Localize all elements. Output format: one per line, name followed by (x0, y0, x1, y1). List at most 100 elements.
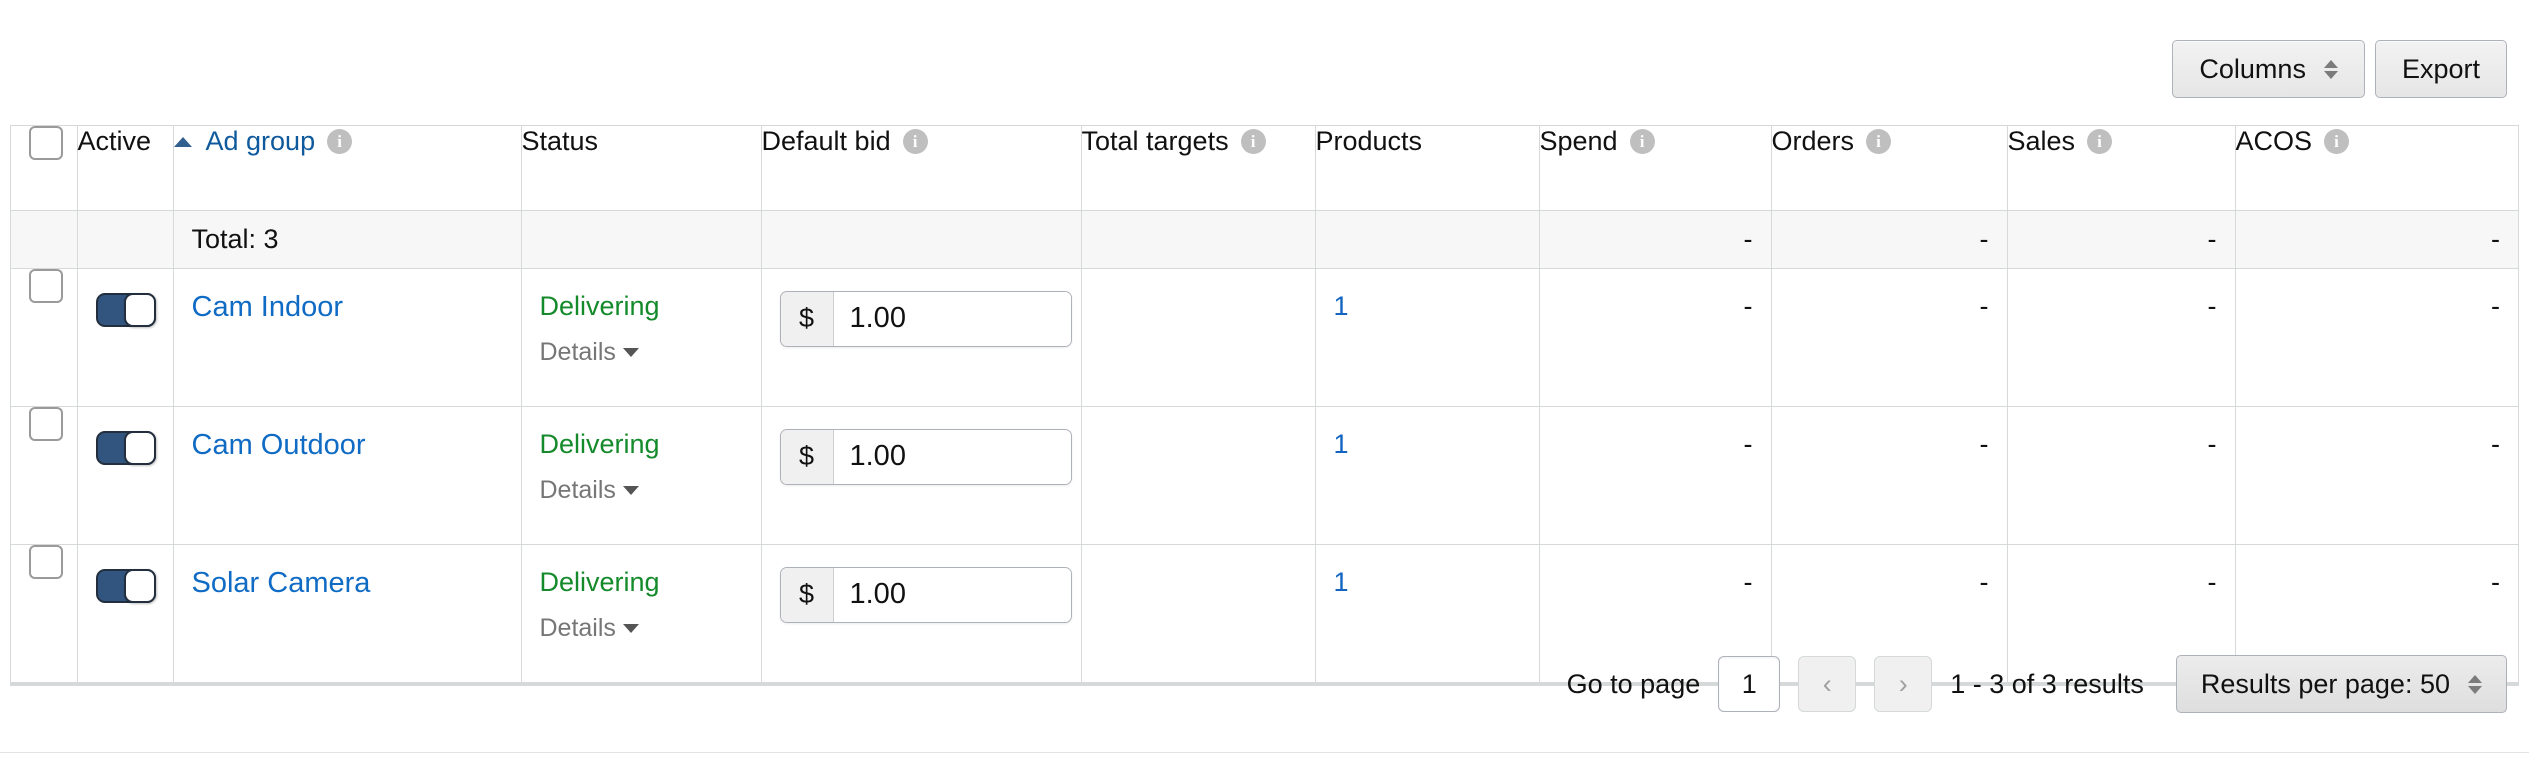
default-bid-input[interactable] (834, 292, 1071, 346)
header-active: Active (77, 126, 173, 210)
next-page-button[interactable]: › (1874, 656, 1932, 712)
totals-targets-cell (1081, 210, 1315, 268)
details-toggle[interactable]: Details (540, 476, 639, 505)
row-sales: - (2007, 268, 2235, 406)
info-icon[interactable]: i (2324, 129, 2349, 154)
row-status-cell: Delivering Details (521, 406, 761, 544)
totals-bid-cell (761, 210, 1081, 268)
info-icon[interactable]: i (1241, 129, 1266, 154)
header-spend-label: Spend (1540, 126, 1618, 157)
columns-button[interactable]: Columns (2172, 40, 2365, 98)
row-status-cell: Delivering Details (521, 268, 761, 406)
row-checkbox[interactable] (29, 269, 63, 303)
header-default-bid-label: Default bid (762, 126, 891, 157)
info-icon[interactable]: i (903, 129, 928, 154)
ad-group-link[interactable]: Cam Outdoor (192, 429, 366, 461)
row-total-targets-cell (1081, 268, 1315, 406)
row-acos: - (2235, 268, 2518, 406)
chevron-updown-icon (2468, 675, 2482, 694)
header-total-targets-label: Total targets (1082, 126, 1229, 157)
export-button[interactable]: Export (2375, 40, 2507, 98)
results-count-label: 1 - 3 of 3 results (1950, 669, 2144, 700)
chevron-updown-icon (2324, 60, 2338, 79)
currency-prefix: $ (781, 430, 834, 484)
ad-group-link[interactable]: Cam Indoor (192, 291, 344, 323)
toggle-knob (124, 431, 156, 465)
row-default-bid-cell: $ (761, 268, 1081, 406)
details-label: Details (540, 338, 616, 367)
row-spend: - (1539, 268, 1771, 406)
header-sales: Sales i (2007, 126, 2235, 210)
header-select-all (11, 126, 77, 210)
default-bid-input[interactable] (834, 568, 1071, 622)
row-orders: - (1771, 406, 2007, 544)
row-checkbox[interactable] (29, 407, 63, 441)
currency-prefix: $ (781, 292, 834, 346)
active-toggle[interactable] (96, 431, 156, 465)
ad-groups-table: Active Ad group i Status Default bid i (10, 125, 2519, 686)
chevron-down-icon (623, 486, 639, 495)
row-default-bid-cell: $ (761, 406, 1081, 544)
page-number-input[interactable] (1718, 656, 1780, 712)
row-ad-group-cell: Cam Outdoor (173, 406, 521, 544)
default-bid-input-group: $ (780, 429, 1072, 485)
pagination: Go to page ‹ › 1 - 3 of 3 results Result… (10, 655, 2507, 713)
row-total-targets-cell (1081, 406, 1315, 544)
results-per-page-label: Results per page: 50 (2201, 669, 2450, 700)
header-total-targets: Total targets i (1081, 126, 1315, 210)
header-products-label: Products (1316, 126, 1423, 157)
page-bottom-divider (0, 752, 2529, 753)
row-select-cell (11, 406, 77, 544)
row-products-cell: 1 (1315, 268, 1539, 406)
header-status: Status (521, 126, 761, 210)
details-toggle[interactable]: Details (540, 614, 639, 643)
header-products: Products (1315, 126, 1539, 210)
info-icon[interactable]: i (327, 129, 352, 154)
totals-select-cell (11, 210, 77, 268)
header-ad-group-label[interactable]: Ad group (206, 126, 316, 157)
table-header-row: Active Ad group i Status Default bid i (11, 126, 2518, 210)
totals-orders: - (1771, 210, 2007, 268)
row-sales: - (2007, 406, 2235, 544)
info-icon[interactable]: i (1866, 129, 1891, 154)
row-ad-group-cell: Cam Indoor (173, 268, 521, 406)
select-all-checkbox[interactable] (29, 126, 63, 160)
totals-row: Total: 3 - - - - (11, 210, 2518, 268)
info-icon[interactable]: i (2087, 129, 2112, 154)
status-badge: Delivering (540, 429, 743, 460)
header-ad-group[interactable]: Ad group i (173, 126, 521, 210)
active-toggle[interactable] (96, 293, 156, 327)
products-link[interactable]: 1 (1334, 429, 1349, 459)
go-to-page-label: Go to page (1567, 669, 1701, 700)
totals-sales: - (2007, 210, 2235, 268)
products-link[interactable]: 1 (1334, 291, 1349, 321)
info-icon[interactable]: i (1630, 129, 1655, 154)
table-toolbar: Columns Export (2172, 40, 2507, 98)
row-checkbox[interactable] (29, 545, 63, 579)
row-select-cell (11, 268, 77, 406)
totals-label-cell: Total: 3 (173, 210, 521, 268)
header-active-label: Active (78, 126, 152, 157)
row-spend: - (1539, 406, 1771, 544)
active-toggle[interactable] (96, 569, 156, 603)
status-badge: Delivering (540, 291, 743, 322)
default-bid-input-group: $ (780, 291, 1072, 347)
totals-active-cell (77, 210, 173, 268)
table-row: Cam Outdoor Delivering Details $ (11, 406, 2518, 544)
results-per-page-button[interactable]: Results per page: 50 (2176, 655, 2507, 713)
totals-acos: - (2235, 210, 2518, 268)
products-link[interactable]: 1 (1334, 567, 1349, 597)
currency-prefix: $ (781, 568, 834, 622)
details-toggle[interactable]: Details (540, 338, 639, 367)
header-spend: Spend i (1539, 126, 1771, 210)
toggle-knob (124, 293, 156, 327)
toggle-knob (124, 569, 156, 603)
details-label: Details (540, 614, 616, 643)
chevron-down-icon (623, 624, 639, 633)
row-acos: - (2235, 406, 2518, 544)
header-acos-label: ACOS (2236, 126, 2313, 157)
previous-page-button[interactable]: ‹ (1798, 656, 1856, 712)
default-bid-input[interactable] (834, 430, 1071, 484)
row-active-cell (77, 406, 173, 544)
ad-group-link[interactable]: Solar Camera (192, 567, 371, 599)
